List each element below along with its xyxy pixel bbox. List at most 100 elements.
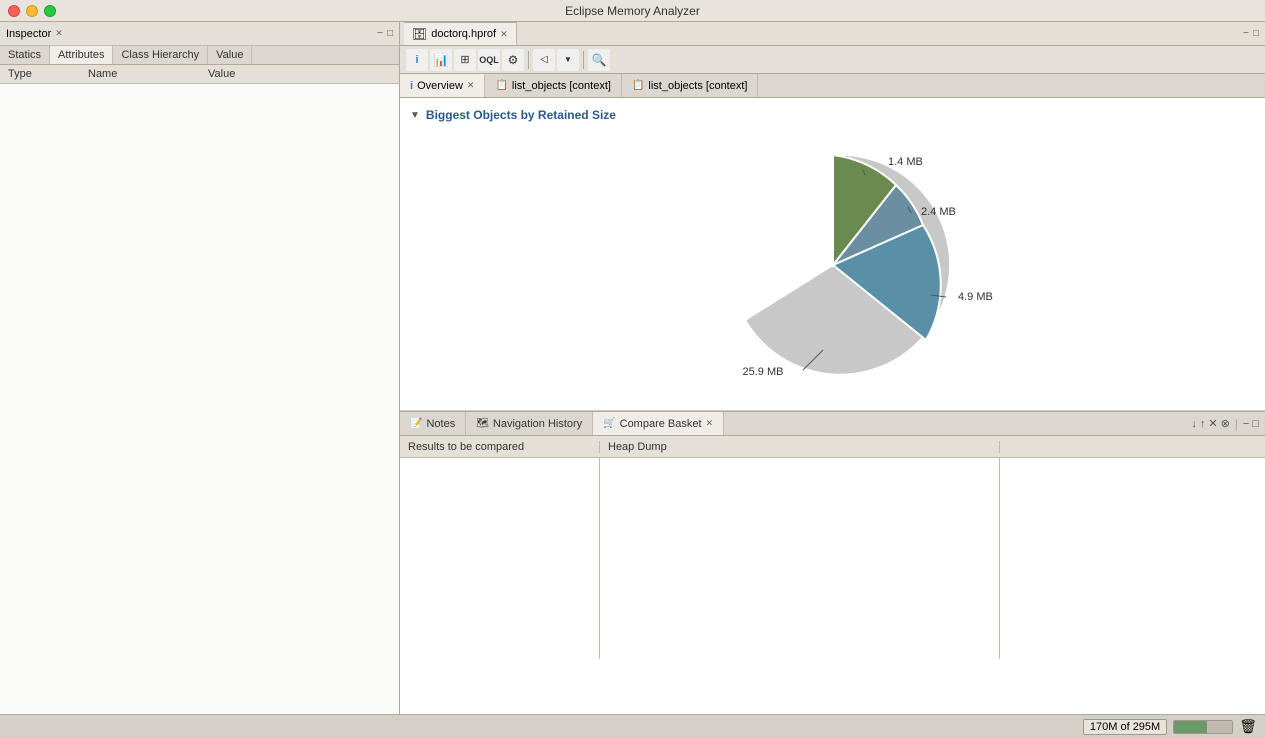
info-toolbar-btn[interactable]: i [406, 49, 428, 71]
table-toolbar-btn[interactable]: ⊞ [454, 49, 476, 71]
toolbar-separator-2 [583, 51, 584, 69]
bottom-tab-actions: ↓ ↑ ✕ ⊗ | − □ [1185, 412, 1265, 435]
tab-attributes[interactable]: Attributes [50, 46, 113, 64]
overview-tab-close[interactable]: ✕ [467, 80, 475, 91]
move-up-btn[interactable]: ↑ [1200, 418, 1206, 430]
toolbar: i 📊 ⊞ OQL ⚙ ◁ ▼ 🔍 [400, 46, 1265, 74]
file-tab-label: doctorq.hprof [431, 28, 496, 40]
content-tabs: i Overview ✕ 📋 list_objects [context] 📋 … [400, 74, 1265, 98]
inspector-tabs: Statics Attributes Class Hierarchy Value [0, 46, 399, 65]
overview-tab-icon: i [410, 80, 413, 92]
right-panel: 🗄 doctorq.hprof ✕ − □ i 📊 ⊞ OQL [400, 22, 1265, 714]
tab-nav-history[interactable]: 🗺 Navigation History [466, 412, 593, 435]
memory-bar-fill [1174, 721, 1207, 733]
chart-title: Biggest Objects by Retained Size [426, 108, 616, 122]
compare-basket-content: Results to be compared Heap Dump [400, 436, 1265, 659]
inspector-maximize-btn[interactable]: □ [387, 28, 393, 39]
nav-back-btn[interactable]: ◁ [533, 49, 555, 71]
info-icon: i [415, 54, 418, 66]
overview-tab-label: Overview [417, 80, 463, 92]
svg-text:2.4 MB: 2.4 MB [921, 206, 956, 218]
bottom-panel: 📝 Notes 🗺 Navigation History 🛒 Compare B… [400, 411, 1265, 659]
memory-bar [1173, 720, 1233, 734]
oql-icon: OQL [479, 55, 499, 65]
compare-basket-label: Compare Basket [620, 418, 702, 430]
nav-back-icon: ◁ [540, 54, 548, 65]
gc-btn[interactable]: 🗑 [1239, 718, 1257, 735]
nav-history-icon: 🗺 [476, 418, 489, 429]
list-objects-1-label: list_objects [context] [512, 80, 611, 92]
compare-body [400, 458, 1265, 659]
main-layout: Inspector ✕ − □ Statics Attributes Class… [0, 22, 1265, 714]
inspector-table-header: Type Name Value [0, 65, 399, 84]
file-tab-maximize-btn[interactable]: □ [1253, 28, 1259, 39]
bottom-minimize-btn[interactable]: − [1243, 418, 1249, 430]
chart-header: ▼ Biggest Objects by Retained Size [410, 108, 1255, 122]
nav-history-label: Navigation History [493, 418, 582, 430]
tab-notes[interactable]: 📝 Notes [400, 412, 466, 435]
col-name: Name [80, 67, 200, 81]
close-window-btn[interactable] [8, 5, 20, 17]
tab-compare-basket[interactable]: 🛒 Compare Basket ✕ [593, 412, 724, 435]
maximize-window-btn[interactable] [44, 5, 56, 17]
inspector-title: Inspector [6, 28, 51, 40]
chart-container: 25.9 MB 4.9 MB 2.4 MB 1.4 MB [410, 130, 1255, 400]
search-icon: 🔍 [592, 53, 607, 67]
compare-basket-close-btn[interactable]: ✕ [706, 418, 714, 429]
file-tab-right-controls: − □ [1237, 22, 1265, 45]
file-tab-bar: 🗄 doctorq.hprof ✕ − □ [400, 22, 1265, 46]
close-view-btn[interactable]: ✕ [1208, 417, 1217, 430]
pie-chart: 25.9 MB 4.9 MB 2.4 MB 1.4 MB [663, 135, 1003, 395]
settings-toolbar-btn[interactable]: ⚙ [502, 49, 524, 71]
tab-value[interactable]: Value [208, 46, 252, 64]
gear-icon: ⚙ [508, 53, 519, 67]
memory-label: 170M of 295M [1090, 721, 1160, 733]
inspector-header: Inspector ✕ − □ [0, 22, 399, 46]
list-objects-2-icon: 📋 [632, 80, 644, 91]
svg-text:25.9 MB: 25.9 MB [742, 366, 783, 378]
oql-toolbar-btn[interactable]: OQL [478, 49, 500, 71]
notes-label: Notes [426, 418, 455, 430]
file-tab-minimize-btn[interactable]: − [1243, 28, 1249, 39]
list-objects-1-icon: 📋 [495, 80, 507, 91]
list-objects-2-label: list_objects [context] [648, 80, 747, 92]
compare-extra-column [1000, 458, 1265, 659]
chart-toolbar-btn[interactable]: 📊 [430, 49, 452, 71]
col-type: Type [0, 67, 80, 81]
nav-dropdown-btn[interactable]: ▼ [557, 49, 579, 71]
collapse-btn[interactable]: ▼ [410, 110, 420, 121]
chart-icon: 📊 [434, 53, 449, 67]
tab-class-hierarchy[interactable]: Class Hierarchy [113, 46, 208, 64]
file-tab-icon: 🗄 [412, 27, 427, 41]
bottom-maximize-btn[interactable]: □ [1252, 418, 1259, 430]
compare-header-row: Results to be compared Heap Dump [400, 436, 1265, 458]
move-down-btn[interactable]: ↓ [1191, 418, 1197, 430]
inspector-close-icon[interactable]: ✕ [55, 28, 63, 39]
inspector-minimize-btn[interactable]: − [377, 28, 383, 39]
file-tab-doctorq[interactable]: 🗄 doctorq.hprof ✕ [404, 22, 517, 45]
window-controls [8, 5, 56, 17]
tab-overview[interactable]: i Overview ✕ [400, 74, 485, 97]
toolbar-separator [528, 51, 529, 69]
tab-list-objects-1[interactable]: 📋 list_objects [context] [485, 74, 622, 97]
app-title: Eclipse Memory Analyzer [565, 4, 700, 18]
table-icon: ⊞ [460, 53, 469, 66]
minimize-window-btn[interactable] [26, 5, 38, 17]
svg-text:1.4 MB: 1.4 MB [888, 156, 923, 168]
compare-heap-column [600, 458, 1000, 659]
file-tab-close-btn[interactable]: ✕ [500, 29, 508, 40]
search-toolbar-btn[interactable]: 🔍 [588, 49, 610, 71]
compare-basket-icon: 🛒 [603, 418, 615, 429]
chart-section: ▼ Biggest Objects by Retained Size [400, 98, 1265, 411]
svg-text:4.9 MB: 4.9 MB [958, 291, 993, 303]
tab-statics[interactable]: Statics [0, 46, 50, 64]
action-separator: | [1235, 417, 1238, 431]
col-value: Value [200, 67, 399, 81]
chevron-down-icon: ▼ [564, 55, 572, 64]
compare-col-heap-header: Heap Dump [600, 441, 1000, 453]
close-all-btn[interactable]: ⊗ [1221, 417, 1230, 430]
tab-list-objects-2[interactable]: 📋 list_objects [context] [622, 74, 759, 97]
inspector-body [0, 84, 399, 714]
notes-icon: 📝 [410, 418, 422, 429]
compare-results-column [400, 458, 600, 659]
